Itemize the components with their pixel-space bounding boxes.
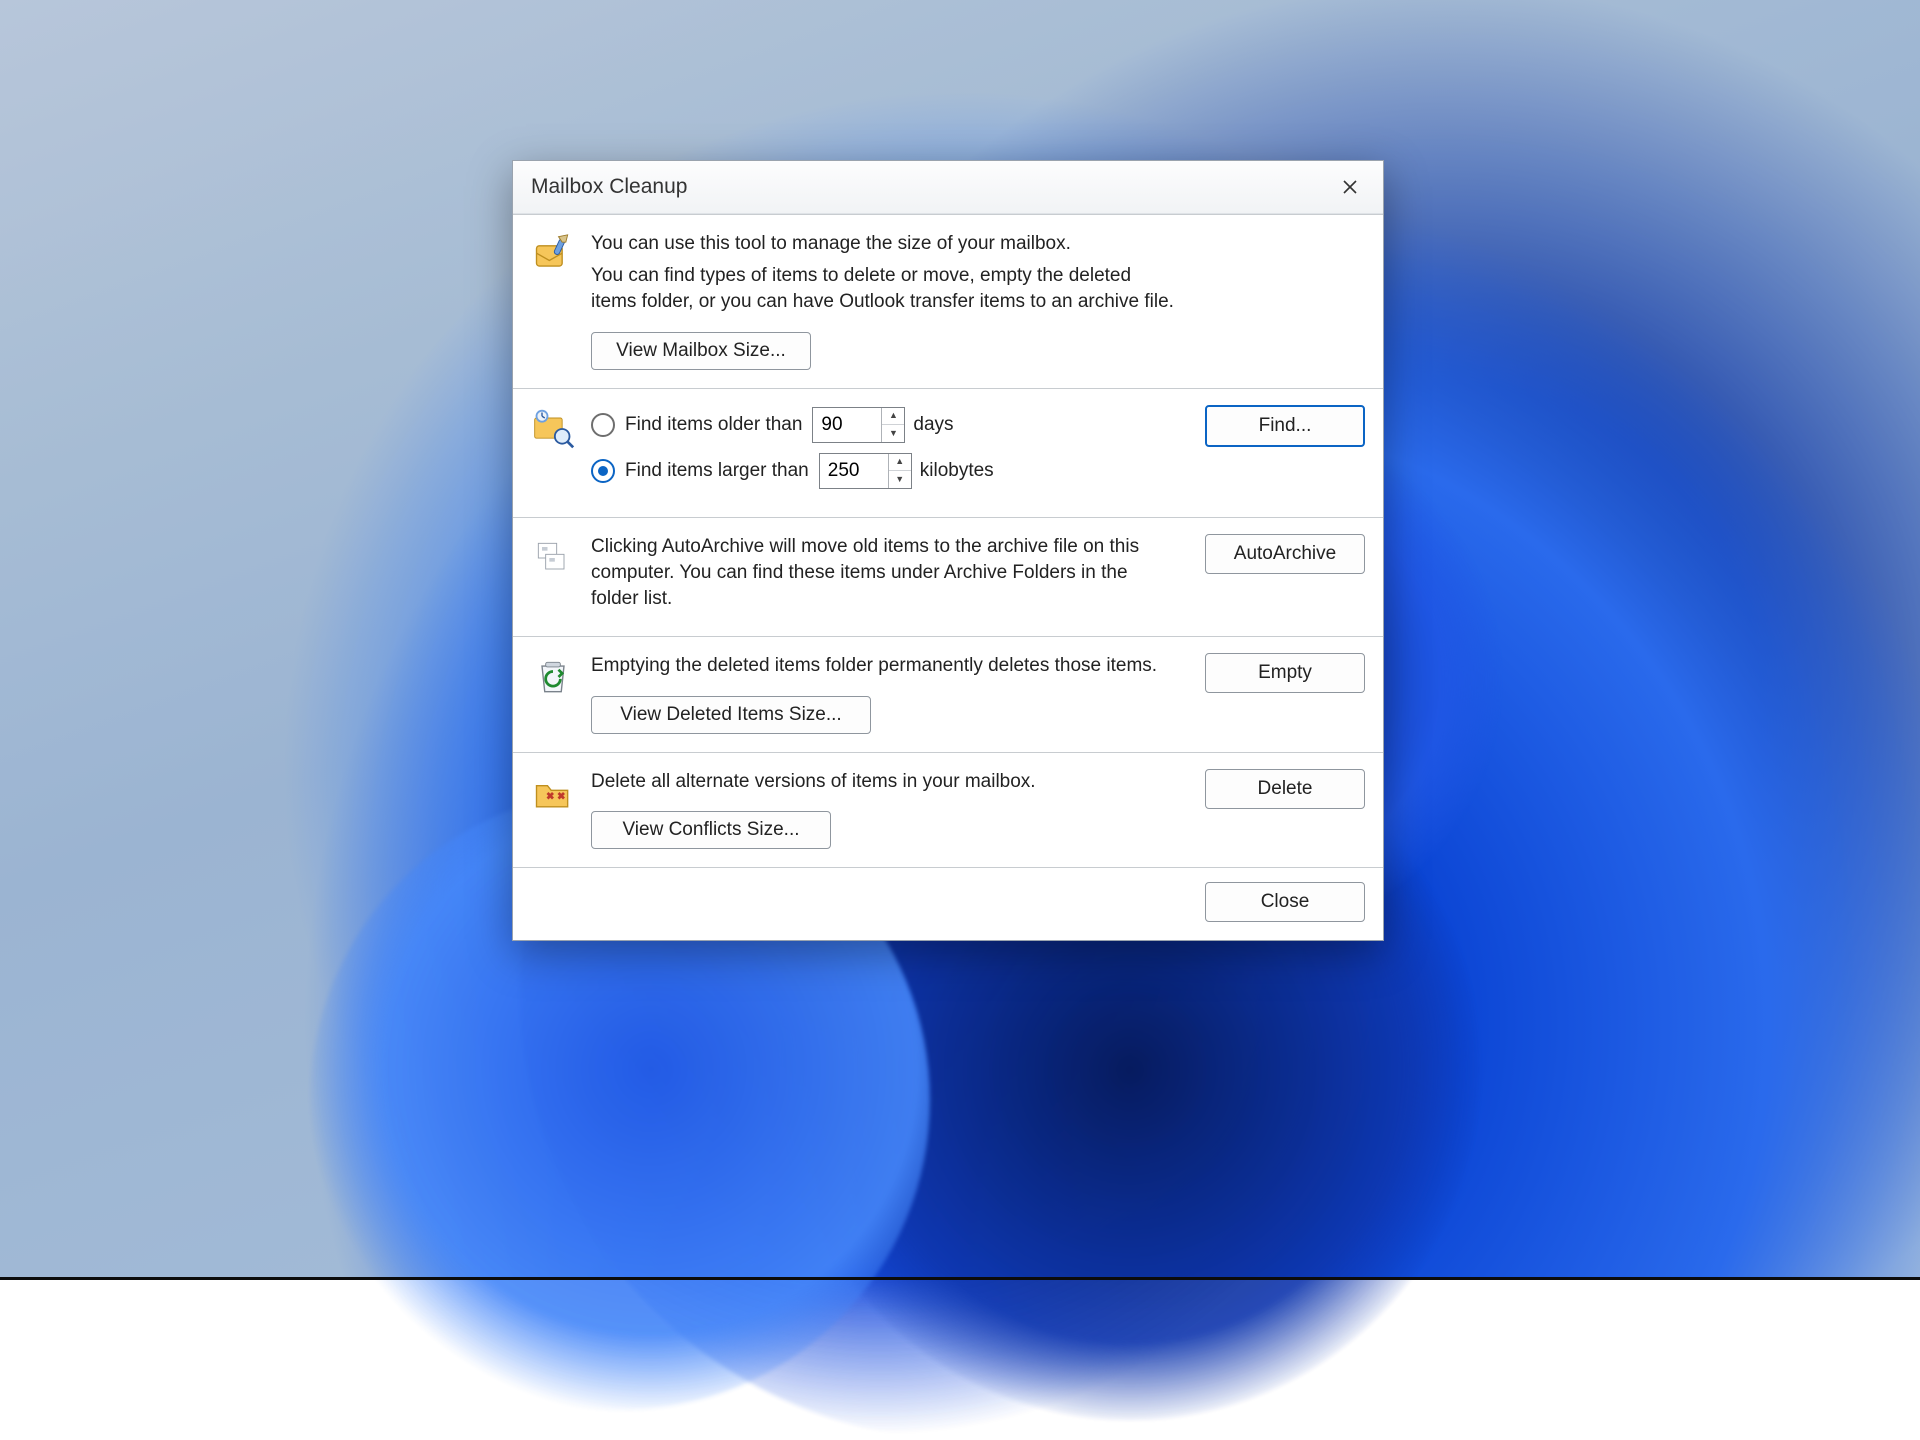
- mailbox-cleanup-dialog: Mailbox Cleanup You can use this tool to…: [512, 160, 1384, 941]
- find-larger-label: Find items larger than: [625, 460, 809, 482]
- find-larger-input[interactable]: [820, 454, 888, 488]
- section-intro: You can use this tool to manage the size…: [513, 214, 1383, 388]
- delete-button[interactable]: Delete: [1205, 769, 1365, 809]
- section-empty-deleted: Emptying the deleted items folder perman…: [513, 636, 1383, 751]
- intro-line-1: You can use this tool to manage the size…: [591, 231, 1177, 257]
- view-mailbox-size-button[interactable]: View Mailbox Size...: [591, 332, 811, 370]
- find-larger-spinner[interactable]: ▲▼: [819, 453, 912, 489]
- radio-checked-icon: [591, 459, 615, 483]
- find-larger-unit: kilobytes: [920, 460, 994, 482]
- section-autoarchive: Clicking AutoArchive will move old items…: [513, 517, 1383, 637]
- find-older-input[interactable]: [813, 408, 881, 442]
- close-icon[interactable]: [1327, 167, 1373, 207]
- find-older-label: Find items older than: [625, 414, 802, 436]
- empty-button[interactable]: Empty: [1205, 653, 1365, 693]
- view-deleted-size-button[interactable]: View Deleted Items Size...: [591, 696, 871, 734]
- find-older-radio[interactable]: Find items older than: [591, 413, 802, 437]
- view-conflicts-size-button[interactable]: View Conflicts Size...: [591, 811, 831, 849]
- recycle-bin-icon: [531, 655, 575, 733]
- autoarchive-button[interactable]: AutoArchive: [1205, 534, 1365, 574]
- spinner-arrows[interactable]: ▲▼: [888, 454, 911, 488]
- find-button[interactable]: Find...: [1205, 405, 1365, 447]
- cleanup-icon: [531, 233, 575, 370]
- archive-icon: [531, 536, 575, 619]
- dialog-footer: Close: [513, 867, 1383, 940]
- find-older-spinner[interactable]: ▲▼: [812, 407, 905, 443]
- titlebar: Mailbox Cleanup: [513, 161, 1383, 214]
- autoarchive-text: Clicking AutoArchive will move old items…: [591, 534, 1177, 613]
- section-conflicts: Delete all alternate versions of items i…: [513, 752, 1383, 867]
- find-larger-radio[interactable]: Find items larger than: [591, 459, 809, 483]
- conflicts-text: Delete all alternate versions of items i…: [591, 769, 1177, 795]
- dialog-title: Mailbox Cleanup: [531, 175, 687, 199]
- find-mail-icon: [531, 407, 575, 499]
- empty-deleted-text: Emptying the deleted items folder perman…: [591, 653, 1177, 679]
- spinner-arrows[interactable]: ▲▼: [881, 408, 904, 442]
- radio-unchecked-icon: [591, 413, 615, 437]
- conflicts-folder-icon: [531, 771, 575, 849]
- find-older-unit: days: [913, 414, 953, 436]
- section-find: Find items older than ▲▼ days Find items…: [513, 388, 1383, 517]
- close-button[interactable]: Close: [1205, 882, 1365, 922]
- intro-line-2: You can find types of items to delete or…: [591, 263, 1177, 315]
